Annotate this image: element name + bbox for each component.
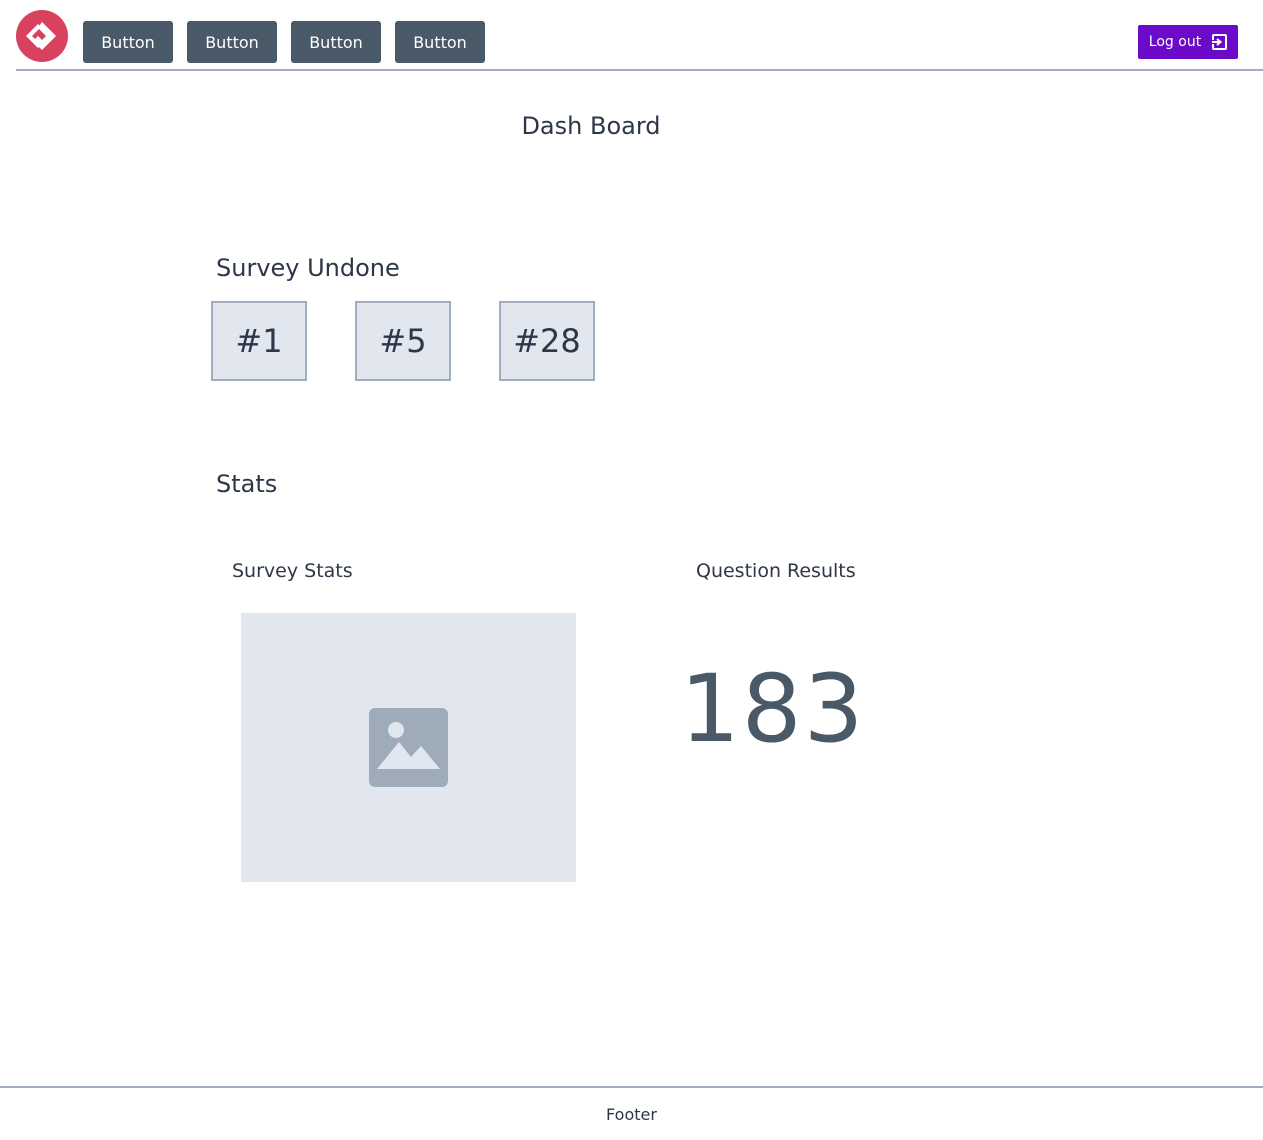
survey-card-1[interactable]: #1 [211, 301, 307, 381]
question-results-heading: Question Results [696, 560, 856, 582]
survey-stats-image [241, 613, 576, 882]
survey-stats-heading: Survey Stats [232, 560, 353, 582]
nav-button-4[interactable]: Button [395, 21, 485, 63]
logo-icon[interactable] [16, 10, 68, 62]
stats-heading: Stats [216, 470, 278, 498]
logout-button[interactable]: Log out [1138, 25, 1238, 59]
logout-icon [1211, 34, 1228, 50]
header-divider [16, 69, 1263, 71]
survey-card-28[interactable]: #28 [499, 301, 595, 381]
nav-button-3[interactable]: Button [291, 21, 381, 63]
page-title: Dash Board [521, 112, 661, 140]
footer-divider [0, 1086, 1263, 1088]
dashboard-page: Button Button Button Button Log out Dash… [0, 0, 1263, 1140]
survey-card-5[interactable]: #5 [355, 301, 451, 381]
image-placeholder-icon [369, 708, 448, 787]
question-results-value: 183 [680, 655, 866, 764]
logout-label: Log out [1148, 34, 1202, 50]
survey-undone-heading: Survey Undone [216, 254, 400, 282]
nav-button-1[interactable]: Button [83, 21, 173, 63]
footer-text: Footer [606, 1105, 657, 1124]
nav-button-2[interactable]: Button [187, 21, 277, 63]
